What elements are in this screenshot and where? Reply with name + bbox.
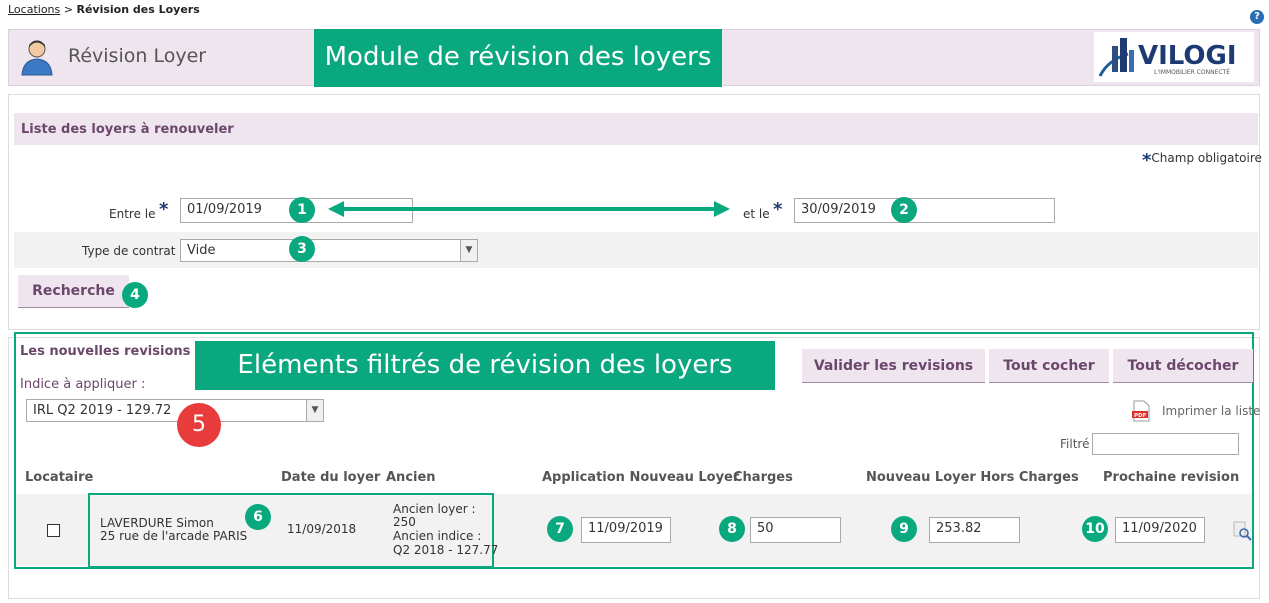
contract-type-value: Vide bbox=[187, 243, 216, 258]
chevron-down-icon: ▼ bbox=[306, 400, 323, 421]
module-callout: Module de révision des loyers bbox=[314, 29, 722, 87]
column-header-charges[interactable]: Charges bbox=[733, 470, 793, 485]
print-list-link[interactable]: Imprimer la liste bbox=[1162, 404, 1260, 418]
from-date-required-star: * bbox=[159, 199, 169, 220]
badge-8: 8 bbox=[719, 516, 745, 542]
required-note-text: Champ obligatoire bbox=[1151, 151, 1262, 165]
new-rent-input[interactable]: 253.82 bbox=[929, 517, 1020, 543]
magnifier-icon[interactable] bbox=[1233, 520, 1253, 542]
charges-input[interactable]: 50 bbox=[750, 517, 841, 543]
check-all-button[interactable]: Tout cocher bbox=[989, 349, 1109, 383]
filter-label: Filtré bbox=[1060, 437, 1090, 451]
badge-1: 1 bbox=[289, 197, 315, 223]
required-star: * bbox=[1142, 150, 1152, 171]
logo-tagline: L'IMMOBILIER CONNECTÉ bbox=[1154, 68, 1230, 76]
uncheck-all-button[interactable]: Tout décocher bbox=[1113, 349, 1253, 383]
application-date-input[interactable]: 11/09/2019 bbox=[581, 517, 671, 543]
vilogi-logo: VILOGI L'IMMOBILIER CONNECTÉ bbox=[1094, 32, 1254, 82]
contract-type-select[interactable]: Vide ▼ bbox=[180, 239, 478, 262]
to-date-required-star: * bbox=[773, 199, 783, 220]
page-title: Révision Loyer bbox=[68, 45, 207, 67]
next-revision-input[interactable]: 11/09/2020 bbox=[1115, 517, 1205, 543]
badge-5: 5 bbox=[177, 403, 221, 447]
breadcrumb-current: Révision des Loyers bbox=[76, 3, 200, 16]
svg-text:PDF: PDF bbox=[1134, 413, 1147, 419]
badge-3: 3 bbox=[289, 236, 315, 262]
search-button[interactable]: Recherche bbox=[18, 275, 129, 308]
tenant-address: 25 rue de l'arcade PARIS bbox=[100, 529, 248, 543]
rent-date: 11/09/2018 bbox=[287, 522, 357, 536]
badge-7: 7 bbox=[547, 516, 573, 542]
column-header-new-rent-application[interactable]: Application Nouveau Loyer bbox=[542, 470, 739, 485]
to-date-input[interactable]: 30/09/2019 bbox=[794, 198, 1055, 223]
indice-label: Indice à appliquer : bbox=[20, 377, 146, 392]
indice-value: IRL Q2 2019 - 129.72 bbox=[33, 403, 172, 418]
date-range-arrow bbox=[328, 201, 730, 217]
badge-2: 2 bbox=[891, 197, 917, 223]
pdf-icon[interactable]: PDF bbox=[1130, 400, 1152, 422]
old-index-label: Ancien indice : bbox=[393, 529, 482, 543]
breadcrumb-separator: > bbox=[60, 3, 77, 16]
chevron-down-icon: ▼ bbox=[460, 240, 477, 261]
badge-10: 10 bbox=[1082, 516, 1108, 542]
filtered-callout: Eléments filtrés de révision des loyers bbox=[195, 341, 775, 390]
from-date-label: Entre le bbox=[109, 207, 156, 221]
contract-type-label: Type de contrat bbox=[82, 244, 176, 258]
column-header-new-rent-excl-charges[interactable]: Nouveau Loyer Hors Charges bbox=[866, 470, 1079, 485]
row-checkbox[interactable] bbox=[47, 524, 60, 537]
validate-revisions-button[interactable]: Valider les revisions bbox=[802, 349, 985, 383]
help-icon[interactable]: ? bbox=[1250, 10, 1264, 24]
column-header-next-revision[interactable]: Prochaine revision bbox=[1103, 470, 1239, 485]
badge-9: 9 bbox=[891, 516, 917, 542]
column-header-old[interactable]: Ancien bbox=[386, 470, 436, 485]
old-rent-value: 250 bbox=[393, 515, 416, 529]
badge-6: 6 bbox=[245, 504, 271, 530]
old-index-value: Q2 2018 - 127.77 bbox=[393, 543, 499, 557]
to-date-label: et le bbox=[743, 207, 770, 221]
badge-4: 4 bbox=[122, 282, 148, 308]
required-note: *Champ obligatoire bbox=[1142, 150, 1262, 171]
revisions-section-title: Les nouvelles revisions bbox=[20, 344, 191, 359]
user-icon bbox=[21, 40, 53, 76]
logo-wordmark: VILOGI bbox=[1138, 41, 1237, 71]
breadcrumb-link-locations[interactable]: Locations bbox=[8, 3, 60, 16]
column-header-tenant[interactable]: Locataire bbox=[25, 470, 93, 485]
column-header-rent-date[interactable]: Date du loyer bbox=[281, 470, 380, 485]
breadcrumb: Locations > Révision des Loyers bbox=[8, 3, 200, 16]
indice-select[interactable]: IRL Q2 2019 - 129.72 ▼ bbox=[26, 399, 324, 422]
filter-input[interactable] bbox=[1092, 433, 1239, 455]
search-section-title: Liste des loyers à renouveler bbox=[21, 122, 234, 137]
